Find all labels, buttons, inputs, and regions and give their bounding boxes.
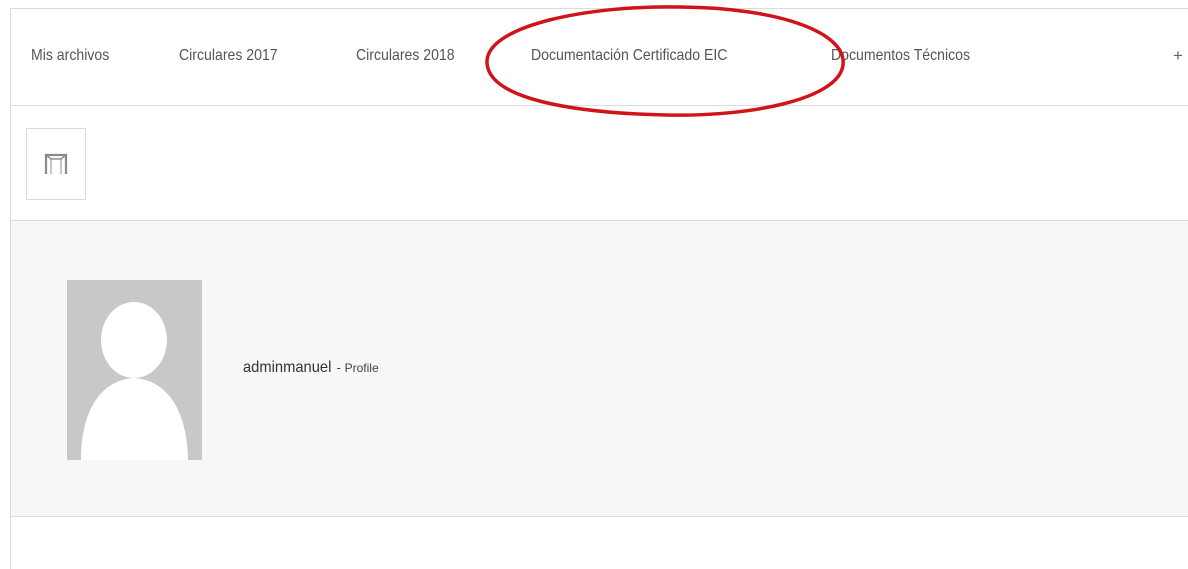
username-link[interactable]: adminmanuel bbox=[243, 359, 331, 377]
user-line: adminmanuel - Profile bbox=[243, 359, 379, 377]
folder-thumbnail[interactable] bbox=[26, 128, 86, 200]
profile-link[interactable]: Profile bbox=[345, 361, 379, 375]
tab-documentos-tecnicos[interactable]: Documentos Técnicos bbox=[831, 47, 970, 65]
add-tab-button[interactable]: + bbox=[1173, 46, 1183, 66]
folder-placeholder-icon bbox=[44, 153, 68, 174]
toolbar-area bbox=[11, 106, 1188, 221]
folder-tabs-bar: Mis archivos Circulares 2017 Circulares … bbox=[11, 5, 1188, 117]
content-frame: Mis archivos Circulares 2017 Circulares … bbox=[10, 5, 1188, 569]
tab-mis-archivos[interactable]: Mis archivos bbox=[31, 47, 109, 65]
avatar[interactable] bbox=[67, 280, 202, 460]
tab-circulares-2018[interactable]: Circulares 2018 bbox=[356, 47, 455, 65]
separator: - bbox=[333, 360, 345, 375]
tab-circulares-2017[interactable]: Circulares 2017 bbox=[179, 47, 278, 65]
user-profile-panel: adminmanuel - Profile bbox=[11, 221, 1188, 517]
default-user-silhouette-icon bbox=[81, 302, 188, 460]
tab-documentacion-certificado-eic[interactable]: Documentación Certificado EIC bbox=[531, 47, 727, 65]
